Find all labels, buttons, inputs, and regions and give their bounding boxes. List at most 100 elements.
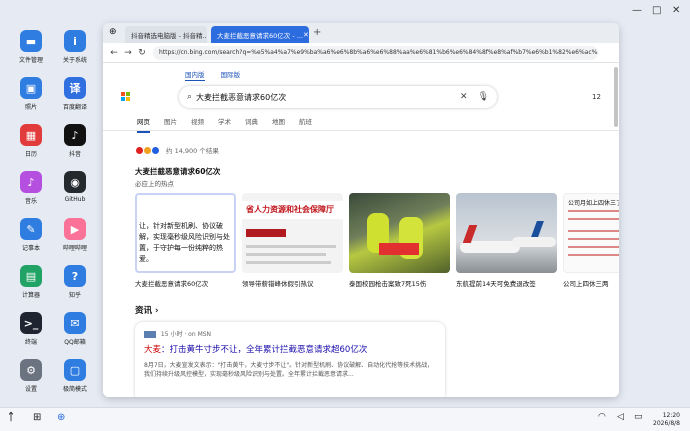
- desktop-app-mail[interactable]: ✉ QQ邮箱: [55, 312, 95, 346]
- topic-card[interactable]: 东航提前14天可免费退改签: [456, 193, 557, 288]
- card-image: [349, 193, 450, 273]
- card-title: 东航提前14天可免费退改签: [456, 280, 536, 288]
- minimal-mode-icon: ▢: [64, 359, 86, 381]
- clock-time: 12:20: [662, 412, 680, 419]
- news-meta: 15 小时 · on MSN: [144, 329, 436, 338]
- desktop-app-notepad[interactable]: ✎ 记事本: [11, 218, 51, 252]
- desktop-app-label: 极简模式: [62, 386, 87, 393]
- desktop-app-minimal-mode[interactable]: ▢ 极简模式: [55, 359, 95, 393]
- desktop-app-translate[interactable]: 译百度翻译: [55, 77, 95, 111]
- desktop-app-github[interactable]: ◉ GitHub: [55, 171, 95, 203]
- divider: [103, 130, 619, 131]
- desktop-app-photos[interactable]: ▣ 照片: [11, 77, 51, 111]
- clock[interactable]: 12:20 2026/8/8: [653, 412, 680, 428]
- forward-button[interactable]: →: [121, 48, 135, 58]
- news-snippet: 8月7日，大麦宣发文表示："打击黄牛，大麦寸步不让"。针对新型机刷、协议破解、自…: [144, 362, 434, 378]
- desktop-app-tiktok[interactable]: ♪ 抖音: [55, 124, 95, 158]
- rewards-count[interactable]: 12: [592, 93, 601, 101]
- search-box[interactable]: ⌕ 大麦拦截恶意请求60亿次 ✕ 🎙: [179, 86, 497, 108]
- battery-icon[interactable]: ▭: [634, 412, 643, 422]
- desktop-app-calculator[interactable]: ▤ 计算器: [11, 265, 51, 299]
- tab-bing[interactable]: 大麦拦截恶意请求60亿次 - ... ✕: [211, 26, 309, 43]
- desktop-app-calendar[interactable]: ▦ 日历: [11, 124, 51, 158]
- tab-title: 大麦拦截恶意请求60亿次 - ...: [217, 31, 303, 40]
- desktop-app-label: 文件管理: [18, 57, 43, 64]
- news-section-title[interactable]: 资讯 ›: [135, 304, 158, 316]
- card-image-text: 让，针对新型机刷、协议破解，实现毫秒级风险识别与处置，于守护每一份纯粹的热爱。: [139, 222, 230, 263]
- desktop-app-music[interactable]: ♪ 音乐: [11, 171, 51, 205]
- source-icon: [136, 146, 143, 154]
- desktop-app-label: 抖音: [68, 151, 81, 158]
- news-title[interactable]: 大麦：打击黄牛寸步不让，全年累计拦截恶意请求超60亿次: [144, 343, 436, 355]
- card-title: 大麦拦截恶意请求60亿次: [135, 280, 209, 288]
- terminal-icon: >_: [20, 312, 42, 334]
- close-button[interactable]: ✕: [672, 5, 680, 16]
- source-icon: [152, 146, 159, 154]
- desktop-app-zhihu[interactable]: ? 知乎: [55, 265, 95, 299]
- volume-icon[interactable]: ◁: [617, 412, 624, 422]
- microsoft-logo[interactable]: [121, 92, 130, 101]
- desktop-app-info[interactable]: i 关于系统: [55, 30, 95, 64]
- topic-card[interactable]: 让，针对新型机刷、协议破解，实现毫秒级风险识别与处置，于守护每一份纯粹的热爱。 …: [135, 193, 236, 288]
- card-title: 领导带薪错峰休假引热议: [242, 280, 314, 288]
- desktop-app-label: 设置: [24, 386, 37, 393]
- result-sources: 约 14,900 个结果: [136, 145, 219, 155]
- photos-icon: ▣: [20, 77, 42, 99]
- hot-topic-title[interactable]: 大麦拦截恶意请求60亿次: [135, 166, 220, 177]
- back-button[interactable]: ←: [107, 48, 121, 58]
- mail-icon: ✉: [64, 312, 86, 334]
- msn-logo-icon: [144, 331, 156, 338]
- microphone-icon[interactable]: 🎙: [478, 92, 489, 102]
- news-title-text: ：打击黄牛寸步不让，全年累计拦截恶意请求超60亿次: [161, 345, 368, 355]
- scrollbar[interactable]: [614, 67, 618, 127]
- clear-icon[interactable]: ✕: [460, 92, 468, 102]
- search-input[interactable]: 大麦拦截恶意请求60亿次: [196, 92, 286, 103]
- desktop-app-bilibili[interactable]: ▶ 哔哩哔哩: [55, 218, 95, 252]
- close-tab-icon[interactable]: ✕: [303, 31, 309, 39]
- wifi-icon[interactable]: ◠: [598, 412, 606, 422]
- new-tab-button[interactable]: +: [313, 27, 321, 38]
- maximize-button[interactable]: □: [652, 5, 661, 16]
- card-image-text: 省人力资源和社会保障厅: [242, 201, 343, 219]
- card-title: 泰国校园枪击案致7死15伤: [349, 280, 427, 288]
- news-card[interactable]: 15 小时 · on MSN 大麦：打击黄牛寸步不让，全年累计拦截恶意请求超60…: [135, 322, 445, 397]
- music-icon: ♪: [20, 171, 42, 193]
- topic-card[interactable]: 公司月如上四休三了 公司上四休三两: [563, 193, 619, 288]
- bing-page: 国内版 国际版 ⌕ 大麦拦截恶意请求60亿次 ✕ 🎙 12 网页 图片 视频 学…: [103, 63, 619, 397]
- topic-card[interactable]: 省人力资源和社会保障厅 领导带薪错峰休假引热议: [242, 193, 343, 288]
- topic-card[interactable]: 泰国校园枪击案致7死15伤: [349, 193, 450, 288]
- minimize-button[interactable]: —: [632, 5, 642, 16]
- browser-taskbar-icon[interactable]: ⊕: [57, 412, 65, 423]
- card-title: 公司上四休三两: [563, 280, 609, 288]
- card-image-text: 公司月如上四休三了: [568, 200, 619, 207]
- settings-icon: ⚙: [20, 359, 42, 381]
- desktop-app-settings[interactable]: ⚙ 设置: [11, 359, 51, 393]
- start-logo-icon[interactable]: ᛏ: [8, 412, 14, 423]
- region-tab-cn[interactable]: 国内版: [185, 71, 205, 81]
- url-input[interactable]: https://cn.bing.com/search?q=%e5%a4%a7%e…: [153, 45, 598, 60]
- hot-topic-subtitle: 必应上的热点: [135, 180, 174, 188]
- region-tab-intl[interactable]: 国际版: [221, 71, 241, 79]
- tab-bar: ⊕ 抖音精选电脑版 - 抖音精... ✕ 大麦拦截恶意请求60亿次 - ... …: [103, 23, 619, 43]
- news-time-source: 15 小时 · on MSN: [160, 331, 212, 338]
- card-image: 公司月如上四休三了: [563, 193, 619, 273]
- browser-menu-icon[interactable]: ⊕: [109, 27, 117, 37]
- desktop: — □ ✕ ▬ 文件管理 ▣ 照片 ▦ 日历 ♪ 音乐 ✎ 记事本 ▤ 计算器 >_ 终端 ⚙ 设置 i 关于系…: [0, 0, 690, 407]
- desktop-app-label: 知乎: [68, 292, 81, 299]
- calculator-icon: ▤: [20, 265, 42, 287]
- desktop-app-label: 照片: [24, 104, 37, 111]
- desktop-app-label: 百度翻译: [62, 104, 87, 111]
- result-count: 约 14,900 个结果: [166, 147, 219, 155]
- desktop-app-label: 终端: [24, 339, 37, 346]
- desktop-app-label: 音乐: [24, 198, 37, 205]
- desktop-app-label: 日历: [24, 151, 37, 158]
- card-image: [456, 193, 557, 273]
- desktop-app-folder[interactable]: ▬ 文件管理: [11, 30, 51, 64]
- app-grid-icon[interactable]: ⊞: [33, 412, 41, 423]
- notepad-icon: ✎: [20, 218, 42, 240]
- region-tabs: 国内版 国际版: [185, 69, 254, 81]
- desktop-app-terminal[interactable]: >_ 终端: [11, 312, 51, 346]
- github-icon: ◉: [64, 171, 86, 193]
- reload-button[interactable]: ↻: [135, 48, 149, 58]
- tab-douyin[interactable]: 抖音精选电脑版 - 抖音精... ✕: [125, 26, 207, 43]
